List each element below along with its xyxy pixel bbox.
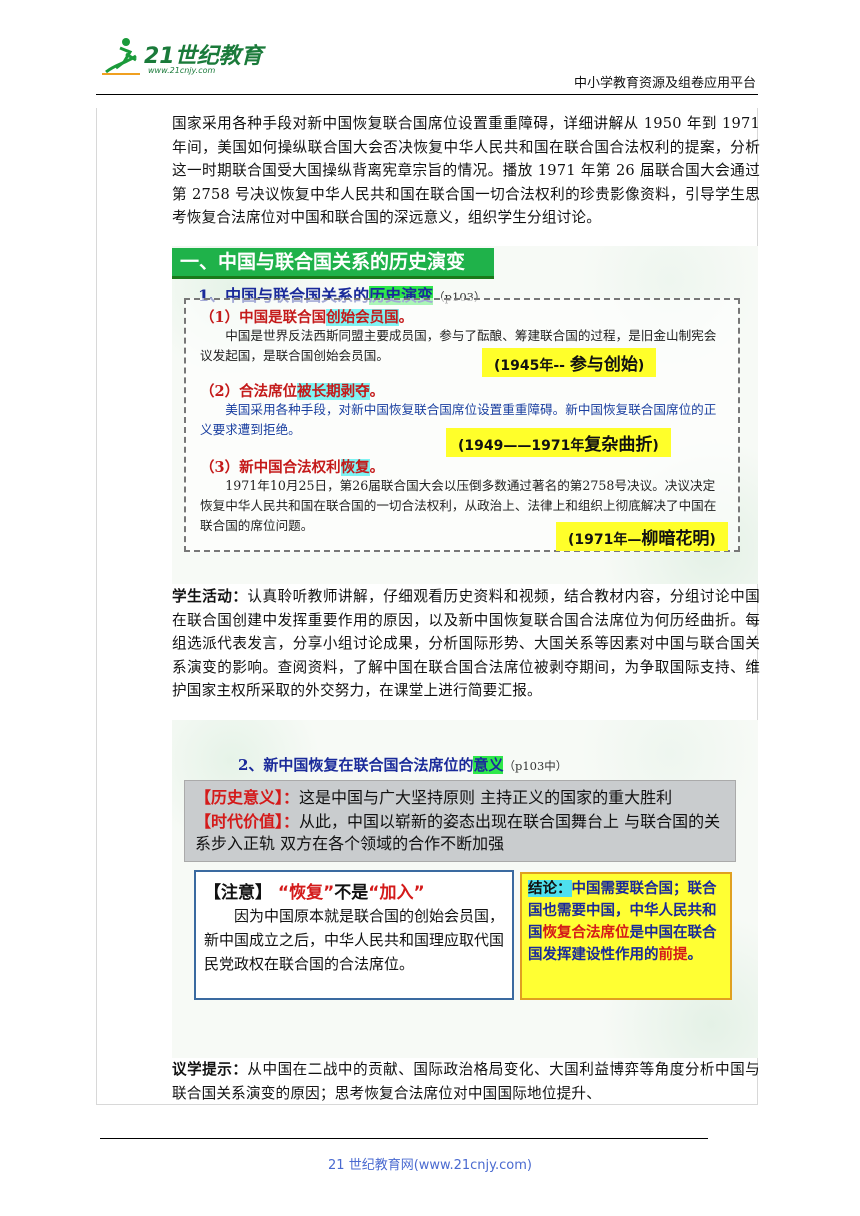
note-body: 因为中国原本就是联合国的创始会员国，新中国成立之后，中华人民共和国理应取代国民党… (204, 907, 505, 973)
footer-text: 21 世纪教育网(www.21cnjy.com) (328, 1158, 532, 1173)
conclusion-box: 结论：中国需要联合国；联合国也需要中国，中华人民共和国恢复合法席位是中国在联合国… (520, 872, 732, 1000)
slide-history-evolution: 一、中国与联合国关系的历史演变 1、中国与联合国关系的历史演变（p103） （1… (172, 246, 758, 584)
intro-paragraph: 国家采用各种手段对新中国恢复联合国席位设置重重障碍，详细讲解从 1950 年到 … (172, 115, 760, 227)
discussion-hint-paragraph: 议学提示：从中国在二战中的贡献、国际政治格局变化、大国利益博弈等角度分析中国与联… (172, 1058, 760, 1105)
slide1-header: 一、中国与联合国关系的历史演变 (172, 248, 494, 279)
student-activity-text: 认真聆听教师讲解，仔细观看历史资料和视频，结合教材内容，分组讨论中国在联合国创建… (172, 588, 760, 700)
item3-title: （3）新中国合法权利恢复。 (200, 459, 385, 476)
logo-url: www.21cnjy.com (148, 66, 216, 75)
discussion-hint-text: 从中国在二战中的贡献、国际政治格局变化、大国利益博弈等角度分析中国与联合国关系演… (172, 1061, 760, 1102)
note-heading: 【注意】 “恢复”不是“加入” (204, 883, 425, 903)
significance-band: 【历史意义】：这是中国与广大坚持原则 主持正义的国家的重大胜利 【时代价值】：从… (184, 780, 736, 862)
student-activity-paragraph: 学生活动：认真聆听教师讲解，仔细观看历史资料和视频，结合教材内容，分组讨论中国在… (172, 585, 760, 703)
item1-tag: (1945年-- 参与创始) (482, 348, 657, 377)
era-value: 【时代价值】：从此，中国以崭新的姿态出现在联合国舞台上 与联合国的关系步入正轨 … (195, 812, 721, 853)
student-activity-label: 学生活动： (172, 588, 248, 605)
header-platform-name: 中小学教育资源及组卷应用平台 (573, 76, 756, 91)
item2-tag: (1949——1971年复杂曲折) (446, 428, 671, 457)
footer-divider (100, 1138, 708, 1139)
discussion-hint-label: 议学提示： (172, 1061, 248, 1078)
slide-significance: 2、新中国恢复在联合国合法席位的意义（p103中） 【历史意义】：这是中国与广大… (172, 720, 758, 1058)
note-box: 【注意】 “恢复”不是“加入” 因为中国原本就是联合国的创始会员国，新中国成立之… (194, 870, 514, 1000)
slide2-subtitle: 2、新中国恢复在联合国合法席位的意义（p103中） (238, 756, 568, 774)
slide1-content-box: （1）中国是联合国创始会员国。 中国是世界反法西斯同盟主要成员国，参与了酝酿、筹… (184, 298, 740, 552)
header-divider (96, 94, 758, 95)
site-logo: 21世纪教育 www.21cnjy.com (96, 34, 266, 80)
item1-title: （1）中国是联合国创始会员国。 (200, 309, 414, 326)
item3-tag: (1971年—柳暗花明) (556, 522, 728, 551)
item2-title: （2）合法席位被长期剥夺。 (200, 383, 385, 400)
historical-significance: 【历史意义】：这是中国与广大坚持原则 主持正义的国家的重大胜利 (195, 788, 673, 807)
